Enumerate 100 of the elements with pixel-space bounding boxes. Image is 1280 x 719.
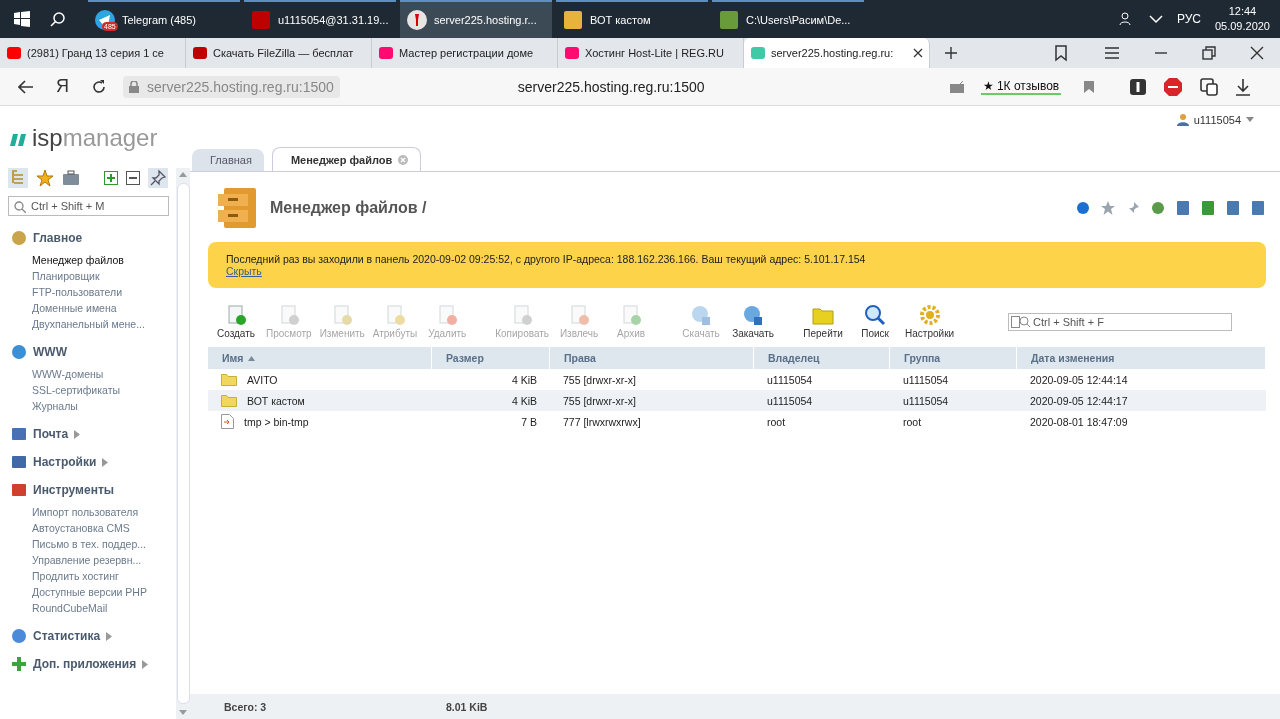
table-cell: 4 KiB (511, 394, 537, 407)
menu-item[interactable]: Продлить хостинг (32, 568, 176, 584)
menu-group[interactable]: Доп. приложения (11, 656, 176, 672)
menu-group[interactable]: Почта (11, 426, 176, 442)
table-cell: 2020-09-05 12:44:14 (1030, 373, 1128, 386)
link-file-icon (221, 414, 234, 429)
reload-icon[interactable] (91, 78, 107, 95)
caret-icon (142, 659, 149, 669)
table-cell: 4 KiB (511, 373, 537, 386)
add-document-icon (225, 304, 247, 326)
table-cell: u1115054 (767, 394, 813, 407)
page-heading: Менеджер файлов / (270, 199, 427, 217)
taskbar-app[interactable]: server225.hosting.r... (400, 0, 552, 38)
scroll-up-icon[interactable] (179, 172, 187, 177)
reviews-badge[interactable]: ★ 1К отзывов (980, 78, 1062, 95)
menu-item[interactable]: Управление резервн... (32, 552, 176, 568)
download-icon[interactable] (1235, 77, 1252, 96)
briefcase-icon[interactable] (62, 170, 80, 186)
toolbar-button[interactable]: Перейти (799, 304, 848, 339)
logo-mark-icon (10, 134, 28, 146)
column-header[interactable]: Дата изменения (1017, 347, 1266, 369)
search-field[interactable]: Ctrl + Shift + M (8, 196, 169, 216)
page-tab[interactable]: Менеджер файлов (271, 147, 422, 171)
browser-logo[interactable]: Я (56, 76, 69, 97)
menu-item[interactable]: Журналы (32, 398, 176, 414)
bookmarks-icon[interactable] (1052, 44, 1070, 62)
total-count: Всего: 3 (224, 700, 268, 713)
gear-icon (918, 304, 941, 326)
tab-title: Мастер регистрации доме (399, 47, 535, 59)
menu-item[interactable]: SSL-сертификаты (32, 382, 176, 398)
collapse-all-icon[interactable] (126, 171, 140, 185)
menu-item[interactable]: Письмо в тех. поддер... (32, 536, 176, 552)
menu-item[interactable]: WWW-домены (32, 366, 176, 382)
column-header[interactable]: Владелец (754, 347, 890, 369)
chevron-icon[interactable] (1148, 14, 1163, 24)
hide-link[interactable]: Скрыть (226, 265, 262, 277)
table-cell: 2020-08-01 18:47:09 (1030, 415, 1128, 428)
menu-item[interactable]: Менеджер файлов (32, 252, 176, 268)
star-icon[interactable] (1100, 200, 1116, 216)
menu-group[interactable]: Инструменты (11, 482, 176, 498)
toolbar-button[interactable]: Настройки (903, 304, 957, 339)
page-tab[interactable]: Главная (192, 149, 264, 171)
clock-date: 05.09.2020 (1214, 19, 1270, 34)
table-cell: u1115054 (903, 394, 949, 407)
menu-icon[interactable] (1104, 46, 1120, 60)
file-name[interactable]: ВОТ кастом (247, 394, 305, 407)
column-header[interactable]: Права (550, 347, 754, 369)
back-arrow-icon[interactable] (18, 79, 34, 94)
menu-item[interactable]: FTP-пользователи (32, 284, 176, 300)
menu-item[interactable]: Импорт пользователя (32, 504, 176, 520)
menu-item[interactable]: Доступные версии PHP (32, 584, 176, 600)
menu-group[interactable]: WWW (11, 344, 176, 360)
restore-icon[interactable] (1202, 46, 1216, 60)
file-name[interactable]: AVITO (247, 373, 278, 386)
windows-logo-icon[interactable] (14, 11, 30, 27)
column-header[interactable]: Размер (432, 347, 550, 369)
table-cell: 2020-09-05 12:44:17 (1030, 394, 1128, 407)
menu-item[interactable]: Автоустановка CMS (32, 520, 176, 536)
star-icon[interactable] (36, 169, 54, 187)
page-title: server225.hosting.reg.ru:1500 (517, 78, 705, 95)
bookmark-icon[interactable] (1083, 79, 1096, 94)
new-tab-icon[interactable] (944, 46, 958, 60)
column-header[interactable]: Группа (890, 347, 1017, 369)
close-icon[interactable] (1250, 46, 1264, 60)
search-icon[interactable] (50, 11, 66, 27)
taskbar-app-label: ВОТ кастом (590, 14, 651, 26)
toolbar-button[interactable]: Закачать (729, 304, 778, 339)
search-icon (14, 201, 26, 213)
shield-icon[interactable] (1129, 77, 1148, 96)
toolbar-button[interactable]: Создать (212, 304, 260, 339)
search-icon (864, 304, 887, 326)
menu-group[interactable]: Настройки (11, 454, 176, 470)
language-indicator[interactable]: РУС (1176, 12, 1201, 26)
menu-group[interactable]: Главное (11, 230, 176, 246)
caret-icon (102, 457, 109, 467)
toolbar-button[interactable]: Поиск (851, 304, 900, 339)
taskbar-app-label: server225.hosting.r... (434, 14, 537, 26)
menu-item[interactable]: Доменные имена (32, 300, 176, 316)
stop-sign-icon[interactable] (1163, 76, 1184, 97)
menu-item[interactable]: Двухпанельный мене... (32, 316, 176, 332)
pin-icon[interactable] (148, 168, 168, 188)
tab-title: server225.hosting.reg.ru: (771, 47, 895, 59)
scrollbar[interactable] (176, 168, 190, 719)
table-cell: 755 [drwxr-xr-x] (563, 373, 636, 386)
column-header[interactable]: Имя (208, 347, 432, 369)
browser-tab[interactable]: server225.hosting.reg.ru: (744, 38, 930, 68)
search-field[interactable]: Ctrl + Shift + F (1008, 313, 1232, 331)
menu-item[interactable]: RoundCubeMail (32, 600, 176, 616)
user-menu[interactable]: u1115054 (1176, 113, 1254, 126)
expand-all-icon[interactable] (104, 171, 118, 185)
taskbar-app-label: C:\Users\Расим\De... (746, 14, 851, 26)
user-icon (1176, 113, 1189, 126)
close-icon[interactable] (913, 48, 923, 58)
menu-item[interactable]: Планировщик (32, 268, 176, 284)
file-name[interactable]: tmp > bin-tmp (244, 415, 309, 428)
caret-icon (106, 631, 113, 641)
menu-group[interactable]: Статистика (11, 628, 176, 644)
logo-text: manager (62, 124, 158, 152)
caret-icon (1246, 117, 1254, 122)
scroll-down-icon[interactable] (179, 710, 187, 715)
